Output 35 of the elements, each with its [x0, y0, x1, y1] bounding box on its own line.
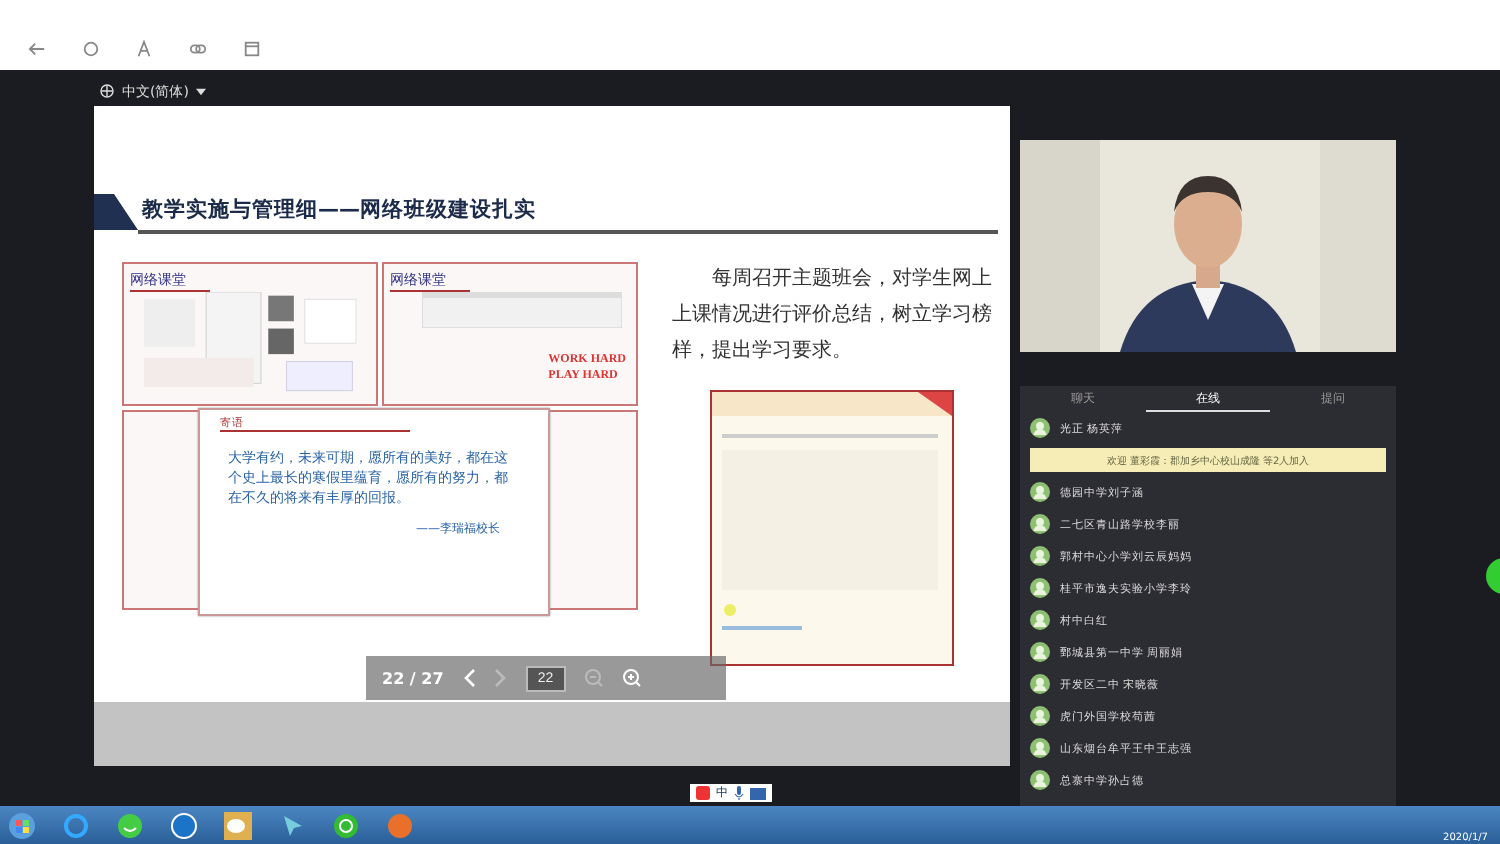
- smiley-icon[interactable]: [116, 811, 144, 839]
- avatar-icon: [1030, 514, 1050, 534]
- avatar-icon: [1030, 738, 1050, 758]
- avatar-icon: [1030, 706, 1050, 726]
- floating-button[interactable]: [1486, 558, 1500, 594]
- ring-app-icon[interactable]: [332, 811, 360, 839]
- keyboard-icon[interactable]: [750, 787, 766, 799]
- calendar-icon[interactable]: [244, 40, 260, 58]
- avatar-icon: [1030, 418, 1050, 438]
- start-icon[interactable]: [8, 811, 36, 839]
- chat-app-icon[interactable]: [224, 811, 252, 839]
- avatar-icon: [1030, 770, 1050, 790]
- avatar-icon: [1030, 482, 1050, 502]
- slide-title: 教学实施与管理细——网络班级建设扎实: [142, 196, 536, 224]
- avatar-icon: [1030, 610, 1050, 630]
- browser-icon[interactable]: [62, 811, 90, 839]
- circle-app-icon[interactable]: [170, 811, 198, 839]
- slide-paragraph: 每周召开主题班会，对学生网上上课情况进行评价总结，树立学习榜样，提出学习要求。: [672, 265, 992, 366]
- avatar-icon: [1030, 578, 1050, 598]
- avatar-icon: [1030, 546, 1050, 566]
- page-counter: 22 / 27: [382, 669, 444, 687]
- text-size-icon[interactable]: [136, 40, 152, 58]
- input-logo-icon: [696, 786, 710, 800]
- avatar-icon: [1030, 674, 1050, 694]
- globe-icon: [100, 84, 114, 98]
- previous-page-button[interactable]: [461, 668, 476, 688]
- mic-icon[interactable]: [734, 786, 744, 800]
- caret-icon: [196, 87, 207, 95]
- avatar-icon: [1030, 642, 1050, 662]
- back-icon[interactable]: [28, 40, 46, 58]
- cursor-icon[interactable]: [278, 811, 306, 839]
- media-app-icon[interactable]: [386, 811, 414, 839]
- link-icon[interactable]: [188, 40, 208, 58]
- refresh-icon[interactable]: [82, 40, 100, 58]
- zoom-in-button[interactable]: [621, 668, 642, 688]
